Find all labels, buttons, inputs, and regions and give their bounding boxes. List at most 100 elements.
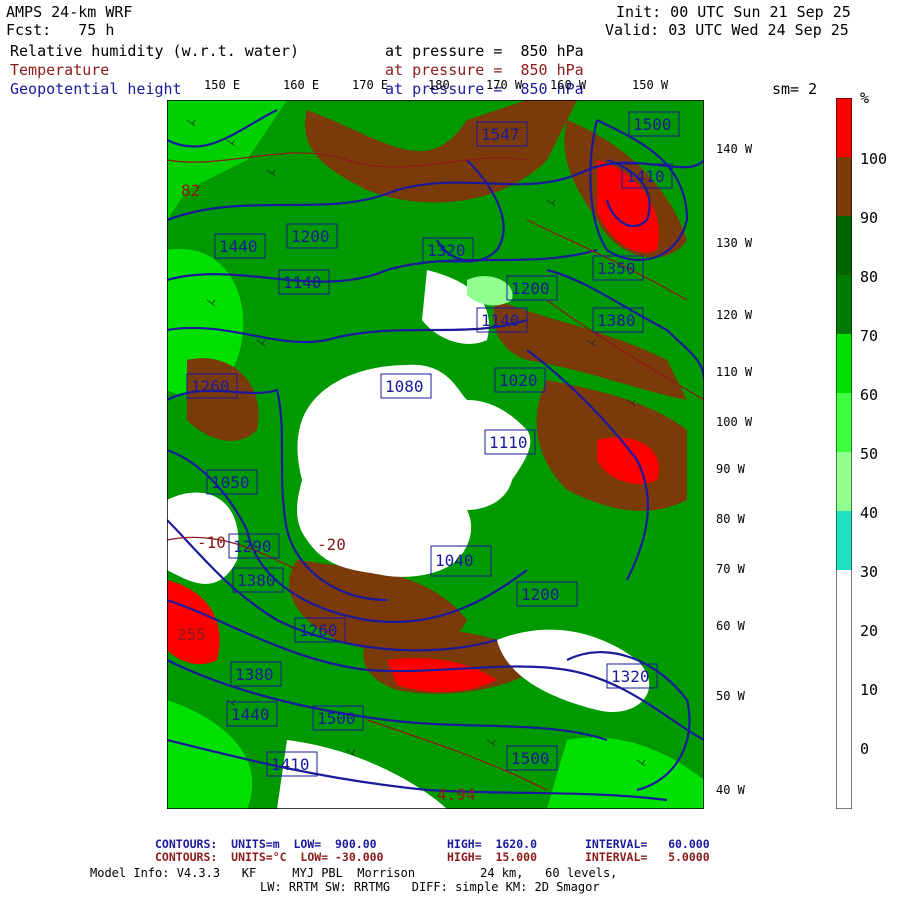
svg-text:1547: 1547 xyxy=(481,125,520,144)
lon-label-top: 160 E xyxy=(283,78,320,92)
contour-label: 1440 xyxy=(226,701,278,727)
svg-text:1040: 1040 xyxy=(435,551,474,570)
footer-temp-interval: INTERVAL= 5.0000 xyxy=(585,850,710,864)
field-rh-level: at pressure = 850 hPa xyxy=(385,42,584,60)
colorbar-label: 40 xyxy=(860,504,879,522)
contour-label: 1410 xyxy=(621,163,673,189)
svg-text:1140: 1140 xyxy=(283,273,322,292)
contour-label: 1320 xyxy=(606,663,658,689)
lon-label-top: 170 W xyxy=(486,78,523,92)
temp-label: -10 xyxy=(197,533,226,552)
svg-text:1500: 1500 xyxy=(633,115,672,134)
contour-label: 1380 xyxy=(592,307,644,333)
contour-label: 1500 xyxy=(506,745,558,771)
field-rh-name: Relative humidity (w.r.t. water) xyxy=(10,42,299,60)
lon-label-top: 180 xyxy=(428,78,450,92)
colorbar-label: 20 xyxy=(860,622,879,640)
contour-label: 1140 xyxy=(278,269,330,295)
contour-label: 1320 xyxy=(422,237,474,263)
model-title: AMPS 24-km WRF xyxy=(6,3,133,21)
contour-label: 1380 xyxy=(230,661,282,687)
colorbar-label: 90 xyxy=(860,209,879,227)
lon-label-right: 100 W xyxy=(716,415,753,429)
temp-label: 255 xyxy=(177,625,206,644)
lon-label-top: 150 E xyxy=(204,78,241,92)
svg-text:1260: 1260 xyxy=(191,377,230,396)
temp-label: -20 xyxy=(317,535,346,554)
svg-text:1200: 1200 xyxy=(511,279,550,298)
contour-label: 1200 xyxy=(286,223,338,249)
contour-label: 1410 xyxy=(266,751,318,777)
svg-text:1500: 1500 xyxy=(317,709,356,728)
lon-label-right: 110 W xyxy=(716,365,753,379)
contour-label: 1080 xyxy=(380,373,432,399)
lon-label-top: 160 W xyxy=(550,78,587,92)
temp-label: 4.94 xyxy=(437,785,476,804)
init-time: Init: 00 UTC Sun 21 Sep 25 xyxy=(616,3,851,21)
colorbar-label: 50 xyxy=(860,445,879,463)
svg-text:1260: 1260 xyxy=(299,621,338,640)
svg-text:1140: 1140 xyxy=(481,311,520,330)
svg-text:1410: 1410 xyxy=(271,755,310,774)
colorbar-label: 0 xyxy=(860,740,870,758)
lon-label-right: 90 W xyxy=(716,462,745,476)
svg-text:1380: 1380 xyxy=(237,571,276,590)
svg-text:1200: 1200 xyxy=(521,585,560,604)
contour-label: 1500 xyxy=(312,705,364,731)
field-temp-level: at pressure = 850 hPa xyxy=(385,61,584,79)
footer-temp-high: HIGH= 15.000 xyxy=(447,850,538,864)
weather-map: 1547 1500 1410 1440 1200 1320 1350 1140 … xyxy=(167,100,704,809)
lon-label-right: 40 W xyxy=(716,783,745,797)
colorbar-label: 30 xyxy=(860,563,879,581)
svg-text:1500: 1500 xyxy=(511,749,550,768)
svg-text:1110: 1110 xyxy=(489,433,528,452)
lon-label-top: 170 E xyxy=(352,78,389,92)
contour-label: 1350 xyxy=(592,255,644,281)
contour-label: 1290 xyxy=(228,533,280,559)
colorbar-label: 100 xyxy=(860,150,888,168)
model-info-physics: LW: RRTM SW: RRTMG DIFF: simple KM: 2D S… xyxy=(260,880,600,894)
smoothing-label: sm= 2 xyxy=(772,80,818,98)
model-info: Model Info: V4.3.3 KF MYJ PBL Morrison 2… xyxy=(90,866,618,880)
svg-text:1200: 1200 xyxy=(291,227,330,246)
svg-text:1410: 1410 xyxy=(626,167,665,186)
lon-label-right: 130 W xyxy=(716,236,753,250)
field-temp-name: Temperature xyxy=(10,61,110,79)
svg-text:1080: 1080 xyxy=(385,377,424,396)
lon-label-right: 60 W xyxy=(716,619,745,633)
contour-label: 1260 xyxy=(294,617,346,643)
colorbar-label: 80 xyxy=(860,268,879,286)
contour-label: 1140 xyxy=(476,307,528,333)
svg-text:1380: 1380 xyxy=(235,665,274,684)
contour-label: 1380 xyxy=(232,567,284,593)
colorbar-label: 70 xyxy=(860,327,879,345)
contour-label: 1200 xyxy=(506,275,558,301)
footer-temp-contours: CONTOURS: UNITS=°C LOW= -30.000 xyxy=(155,850,384,864)
svg-text:1020: 1020 xyxy=(499,371,538,390)
valid-time: Valid: 03 UTC Wed 24 Sep 25 xyxy=(605,21,849,39)
svg-text:1440: 1440 xyxy=(219,237,258,256)
svg-text:1320: 1320 xyxy=(427,241,466,260)
contour-label: 1440 xyxy=(214,233,266,259)
colorbar-unit: % xyxy=(860,89,870,107)
forecast-hour: Fcst: 75 h xyxy=(6,21,115,39)
colorbar-label: 60 xyxy=(860,386,879,404)
colorbar xyxy=(836,98,852,809)
lon-label-right: 120 W xyxy=(716,308,753,322)
colorbar-label: 10 xyxy=(860,681,879,699)
lon-label-top: 150 W xyxy=(632,78,669,92)
svg-text:1380: 1380 xyxy=(597,311,636,330)
lon-label-right: 50 W xyxy=(716,689,745,703)
contour-label: 1050 xyxy=(206,469,258,495)
svg-text:1440: 1440 xyxy=(231,705,270,724)
lon-label-right: 140 W xyxy=(716,142,753,156)
contour-label: 1020 xyxy=(494,367,546,393)
temp-label: 82 xyxy=(181,181,200,200)
contour-label: 1547 xyxy=(476,121,528,147)
lon-label-right: 80 W xyxy=(716,512,745,526)
contour-label: 1260 xyxy=(186,373,238,399)
contour-label: 1110 xyxy=(484,429,536,455)
lon-label-right: 70 W xyxy=(716,562,745,576)
contour-label: 1500 xyxy=(628,111,680,137)
field-height-name: Geopotential height xyxy=(10,80,182,98)
